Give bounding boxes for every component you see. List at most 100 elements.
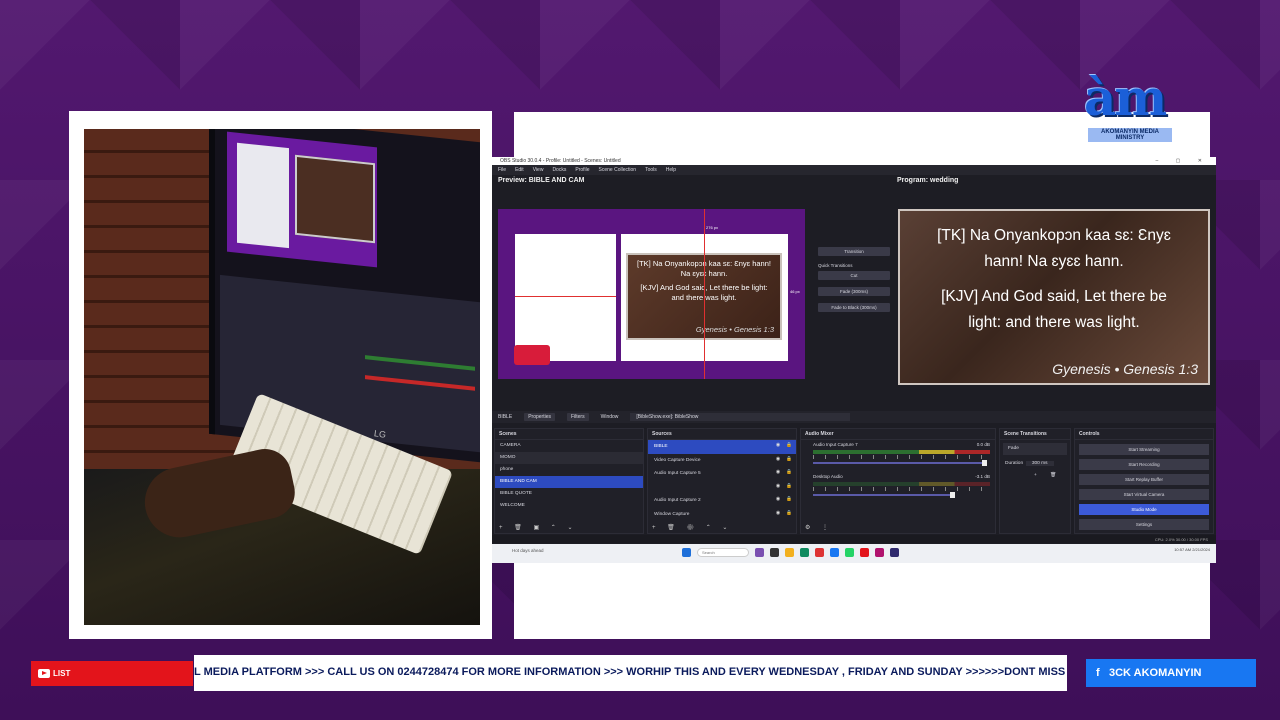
ticker-text: L MEDIA PLATFORM >>> CALL US ON 02447284…: [194, 666, 1067, 678]
eye-icon[interactable]: ◉: [776, 484, 780, 489]
eye-icon[interactable]: ◉: [776, 443, 780, 448]
scene-transitions-dock: Scene Transitions Fade Duration 300 ms +…: [999, 428, 1071, 534]
lock-icon[interactable]: 🔒: [786, 457, 792, 462]
quick-cut-button[interactable]: Cut: [818, 271, 890, 280]
start-recording-button[interactable]: Start Recording: [1079, 459, 1209, 470]
menu-help[interactable]: Help: [666, 167, 676, 173]
volume-slider[interactable]: [813, 492, 955, 498]
transition-button[interactable]: Transition: [818, 247, 890, 256]
controls-dock: Controls Start Streaming Start Recording…: [1074, 428, 1214, 534]
scene-item[interactable]: CAMERA: [495, 440, 643, 452]
quick-fade-button[interactable]: Fade (300ms): [818, 287, 890, 296]
app-icon[interactable]: [875, 548, 884, 557]
sources-header: Sources: [648, 429, 796, 440]
lock-icon[interactable]: 🔒: [786, 470, 792, 475]
transition-select[interactable]: Fade: [1003, 443, 1067, 455]
lock-icon[interactable]: 🔒: [786, 497, 792, 502]
source-item[interactable]: Audio Input Capture 5 ◉ 🔒: [648, 467, 796, 481]
transition-add-remove[interactable]: + 🗑: [1000, 470, 1070, 482]
source-label: Window Capture: [654, 511, 690, 517]
scene-item[interactable]: MOMO: [495, 452, 643, 464]
menu-tools[interactable]: Tools: [645, 167, 657, 173]
scene-item-selected[interactable]: BIBLE AND CAM: [495, 476, 643, 488]
source-item-selected[interactable]: BIBLE ◉ 🔒: [648, 440, 796, 454]
program-slide-ref: Gyenesis • Genesis 1:3: [1052, 361, 1198, 377]
scenes-header: Scenes: [495, 429, 643, 440]
settings-button[interactable]: Settings: [1079, 519, 1209, 530]
taskbar-icons: Search: [682, 548, 899, 557]
window-select[interactable]: [BibleShow.exe]: BibleShow: [630, 413, 851, 421]
eye-icon[interactable]: ◉: [776, 511, 780, 516]
camera-feed: LG: [84, 129, 480, 625]
start-virtual-camera-button[interactable]: Start Virtual Camera: [1079, 489, 1209, 500]
monitor-slide: [295, 154, 375, 244]
facebook-badge: f 3CK AKOMANYIN: [1086, 659, 1256, 687]
start-icon[interactable]: [682, 548, 691, 557]
menu-docks[interactable]: Docks: [552, 167, 566, 173]
start-replay-buffer-button[interactable]: Start Replay Buffer: [1079, 474, 1209, 485]
scenes-toolbar[interactable]: + 🗑 ▣ ⌃ ⌄: [499, 524, 578, 531]
folder-icon[interactable]: [785, 548, 794, 557]
duration-input[interactable]: 300 ms: [1025, 461, 1054, 466]
eye-icon[interactable]: ◉: [776, 470, 780, 475]
taskbar-clock[interactable]: 10:57 AM 2/21/2024: [1174, 547, 1210, 552]
studio-mode-button[interactable]: Studio Mode: [1079, 504, 1209, 515]
youtube-live-badge: LIST: [31, 661, 193, 686]
source-item[interactable]: Window Capture ◉ 🔒: [648, 508, 796, 522]
app-icon[interactable]: [755, 548, 764, 557]
youtube-icon[interactable]: [860, 548, 869, 557]
window-controls[interactable]: – ▢ ✕: [1156, 158, 1210, 164]
source-item[interactable]: Audio Input Capture 2 ◉ 🔒: [648, 494, 796, 508]
news-ticker: L MEDIA PLATFORM >>> CALL US ON 02447284…: [194, 655, 1067, 691]
source-label: BIBLE: [654, 444, 668, 449]
lock-icon[interactable]: 🔒: [786, 511, 792, 516]
transition-controls: Transition Quick Transitions Cut Fade (3…: [818, 247, 890, 319]
scene-item[interactable]: BIBLE QUOTE: [495, 488, 643, 500]
chrome-icon[interactable]: [815, 548, 824, 557]
program-line-2a: [KJV] And God said, Let there be: [941, 287, 1167, 305]
obs-icon[interactable]: [890, 548, 899, 557]
preview-source-white[interactable]: [515, 234, 616, 361]
volume-meter: [813, 482, 990, 486]
obs-window: OBS Studio 30.0.4 - Profile: Untitled - …: [492, 157, 1216, 563]
program-label: Program: wedding: [897, 177, 959, 184]
quick-fade-black-button[interactable]: Fade to Black (300ms): [818, 303, 890, 312]
source-item-hidden[interactable]: ◉ 🔒: [648, 481, 796, 495]
whatsapp-icon[interactable]: [845, 548, 854, 557]
weather-widget[interactable]: Hot days ahead: [512, 548, 544, 553]
eye-icon[interactable]: ◉: [776, 457, 780, 462]
menu-profile[interactable]: Profile: [575, 167, 589, 173]
scene-item[interactable]: phone: [495, 464, 643, 476]
source-item[interactable]: Video Capture Device ◉ 🔒: [648, 454, 796, 468]
taskbar-search[interactable]: Search: [697, 548, 749, 557]
size-left: 808 px: [545, 289, 558, 294]
sources-toolbar[interactable]: + 🗑 ⚙ ⌃ ⌄: [652, 524, 732, 531]
edge-icon[interactable]: [800, 548, 809, 557]
properties-button[interactable]: Properties: [524, 413, 555, 421]
menu-bar: File Edit View Docks Profile Scene Colle…: [492, 165, 1216, 175]
facebook-icon[interactable]: [830, 548, 839, 557]
mixer-channel-2: Desktop Audio -3.1 dB: [801, 472, 995, 479]
eye-icon[interactable]: ◉: [776, 497, 780, 502]
lock-icon[interactable]: 🔒: [786, 443, 792, 448]
preview-logo: [514, 345, 550, 365]
preview-canvas[interactable]: [TK] Na Onyankopɔn kaa sɛ: Ɛnyɛ hann! Na…: [498, 209, 805, 379]
menu-scene-collection[interactable]: Scene Collection: [599, 167, 637, 173]
meter-ticks: [813, 487, 990, 491]
lock-icon[interactable]: 🔒: [786, 484, 792, 489]
preview-slide-ref: Gyenesis • Genesis 1:3: [695, 324, 774, 334]
source-toolbar: BIBLE Properties Filters Window [BibleSh…: [492, 411, 1216, 423]
logo-caption: AKOMANYIN MEDIA MINISTRY: [1088, 128, 1172, 142]
app-icon[interactable]: [770, 548, 779, 557]
controls-header: Controls: [1075, 429, 1213, 440]
volume-slider[interactable]: [813, 460, 987, 466]
start-streaming-button[interactable]: Start Streaming: [1079, 444, 1209, 455]
scene-item[interactable]: WELCOME: [495, 500, 643, 512]
filters-button[interactable]: Filters: [566, 413, 589, 421]
menu-file[interactable]: File: [498, 167, 506, 173]
mixer-toolbar[interactable]: ⚙ ⋮: [805, 524, 833, 531]
menu-view[interactable]: View: [533, 167, 544, 173]
size-top: 276 px: [706, 225, 719, 230]
menu-edit[interactable]: Edit: [515, 167, 524, 173]
